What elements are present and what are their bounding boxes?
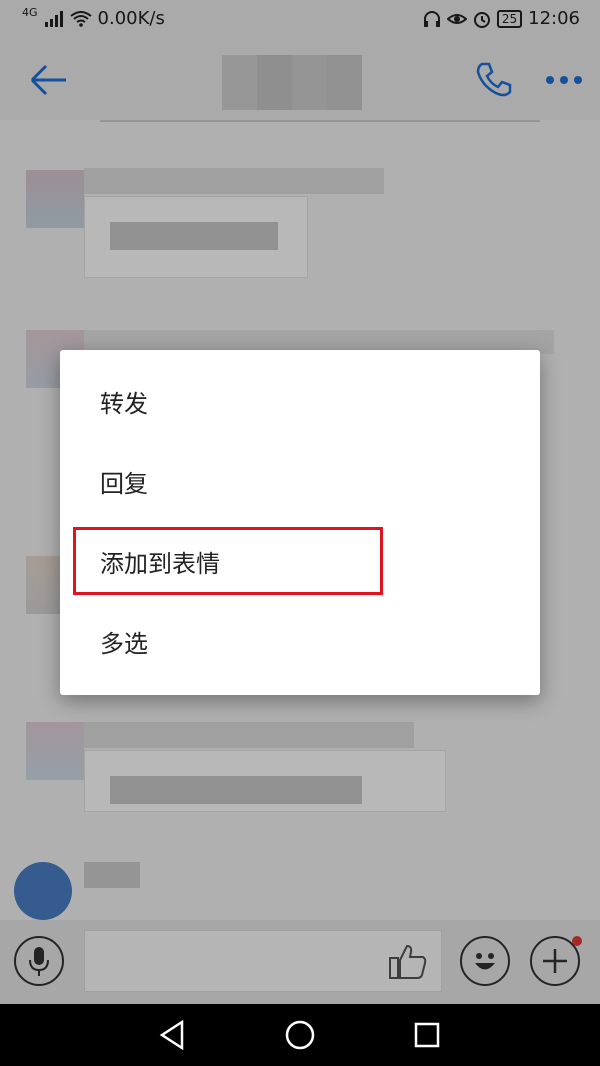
- menu-item-reply[interactable]: 回复: [100, 454, 148, 514]
- circle-home-icon[interactable]: [283, 1018, 317, 1052]
- square-recents-icon[interactable]: [410, 1018, 444, 1052]
- menu-item-multi-select[interactable]: 多选: [100, 614, 148, 674]
- menu-item-forward[interactable]: 转发: [100, 374, 148, 434]
- context-menu: 转发 回复 添加到表情 多选: [60, 350, 540, 695]
- highlight-box: [73, 527, 383, 595]
- triangle-back-icon[interactable]: [156, 1018, 190, 1052]
